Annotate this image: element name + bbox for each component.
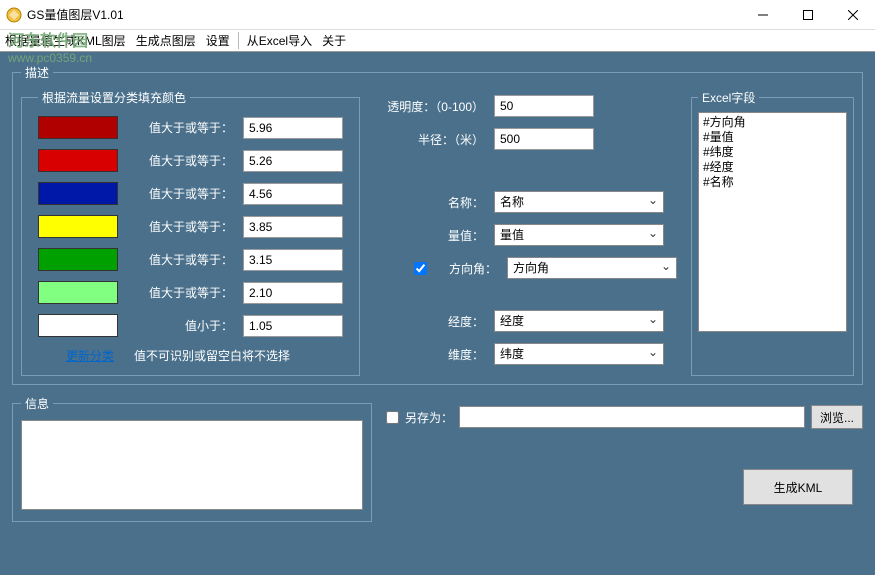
generate-kml-button[interactable]: 生成KML: [743, 469, 853, 505]
latitude-select[interactable]: 纬度: [494, 343, 664, 365]
window-controls: [740, 0, 875, 29]
angle-checkbox[interactable]: [414, 262, 427, 275]
longitude-select[interactable]: 经度: [494, 310, 664, 332]
threshold-input[interactable]: [243, 216, 343, 238]
threshold-input[interactable]: [243, 282, 343, 304]
menu-generate-point[interactable]: 生成点图层: [131, 30, 201, 51]
excel-fields-group: Excel字段 #方向角#量值#纬度#经度#名称: [691, 89, 854, 376]
threshold-label: 值小于：: [143, 317, 233, 334]
info-group: 信息: [12, 395, 372, 522]
color-row: 值大于或等于：: [38, 149, 343, 172]
opacity-label: 透明度：（0-100）: [374, 98, 494, 115]
menu-generate-kml[interactable]: 根据量值生成KML图层: [0, 30, 131, 51]
color-row: 值大于或等于：: [38, 281, 343, 304]
threshold-label: 值大于或等于：: [143, 185, 233, 202]
excel-legend: Excel字段: [698, 89, 759, 106]
angle-select[interactable]: 方向角: [507, 257, 677, 279]
longitude-label: 经度：: [374, 313, 494, 330]
app-icon: [6, 7, 22, 23]
color-row: 值大于或等于：: [38, 248, 343, 271]
threshold-label: 值大于或等于：: [143, 284, 233, 301]
threshold-input[interactable]: [243, 117, 343, 139]
saveas-label: 另存为：: [405, 409, 453, 426]
threshold-input[interactable]: [243, 315, 343, 337]
menu-import-excel[interactable]: 从Excel导入: [242, 30, 317, 51]
menu-bar: 根据量值生成KML图层 生成点图层 设置 从Excel导入 关于: [0, 30, 875, 52]
update-classification-link[interactable]: 更新分类: [66, 347, 114, 364]
radius-input[interactable]: [494, 128, 594, 150]
color-swatch[interactable]: [38, 281, 118, 304]
threshold-input[interactable]: [243, 183, 343, 205]
menu-about[interactable]: 关于: [317, 30, 351, 51]
excel-field-item[interactable]: #经度: [701, 160, 844, 175]
menu-separator: [238, 32, 239, 49]
minimize-button[interactable]: [740, 0, 785, 29]
close-button[interactable]: [830, 0, 875, 29]
excel-field-item[interactable]: #方向角: [701, 115, 844, 130]
color-swatch[interactable]: [38, 149, 118, 172]
latitude-label: 维度：: [374, 346, 494, 363]
color-row: 值大于或等于：: [38, 182, 343, 205]
threshold-label: 值大于或等于：: [143, 119, 233, 136]
color-row: 值大于或等于：: [38, 116, 343, 139]
threshold-input[interactable]: [243, 249, 343, 271]
opacity-input[interactable]: [494, 95, 594, 117]
info-legend: 信息: [21, 395, 53, 412]
menu-settings[interactable]: 设置: [201, 30, 235, 51]
description-legend: 描述: [21, 64, 53, 81]
angle-label: 方向角：: [432, 260, 507, 277]
color-classification-group: 根据流量设置分类填充颜色 值大于或等于： 值大于或等于： 值大于或等于： 值大于或等于…: [21, 89, 360, 376]
info-textarea[interactable]: [21, 420, 363, 510]
color-swatch[interactable]: [38, 215, 118, 238]
update-note: 值不可识别或留空白将不选择: [134, 347, 290, 364]
title-bar: GS量值图层V1.01: [0, 0, 875, 30]
threshold-label: 值大于或等于：: [143, 152, 233, 169]
threshold-input[interactable]: [243, 150, 343, 172]
maximize-button[interactable]: [785, 0, 830, 29]
color-legend: 根据流量设置分类填充颜色: [38, 89, 190, 106]
value-select[interactable]: 量值: [494, 224, 664, 246]
excel-field-item[interactable]: #量值: [701, 130, 844, 145]
threshold-label: 值大于或等于：: [143, 251, 233, 268]
name-select[interactable]: 名称: [494, 191, 664, 213]
radius-label: 半径：（米）: [374, 131, 494, 148]
excel-field-item[interactable]: #名称: [701, 175, 844, 190]
settings-column: 透明度：（0-100） 半径：（米） 名称： 名称 量值： 量值: [374, 89, 677, 376]
excel-field-item[interactable]: #纬度: [701, 145, 844, 160]
color-row: 值大于或等于：: [38, 215, 343, 238]
name-label: 名称：: [374, 194, 494, 211]
color-swatch[interactable]: [38, 248, 118, 271]
saveas-checkbox[interactable]: [386, 411, 399, 424]
excel-field-list[interactable]: #方向角#量值#纬度#经度#名称: [698, 112, 847, 332]
color-swatch[interactable]: [38, 116, 118, 139]
color-swatch[interactable]: [38, 314, 118, 337]
browse-button[interactable]: 浏览...: [811, 405, 863, 429]
threshold-label: 值大于或等于：: [143, 218, 233, 235]
window-title: GS量值图层V1.01: [27, 6, 740, 23]
color-swatch[interactable]: [38, 182, 118, 205]
client-area: 描述 根据流量设置分类填充颜色 值大于或等于： 值大于或等于： 值大于或等于： 值大于…: [0, 52, 875, 575]
saveas-input[interactable]: [459, 406, 805, 428]
value-label: 量值：: [374, 227, 494, 244]
description-group: 描述 根据流量设置分类填充颜色 值大于或等于： 值大于或等于： 值大于或等于： 值大于…: [12, 64, 863, 385]
color-row: 值小于：: [38, 314, 343, 337]
